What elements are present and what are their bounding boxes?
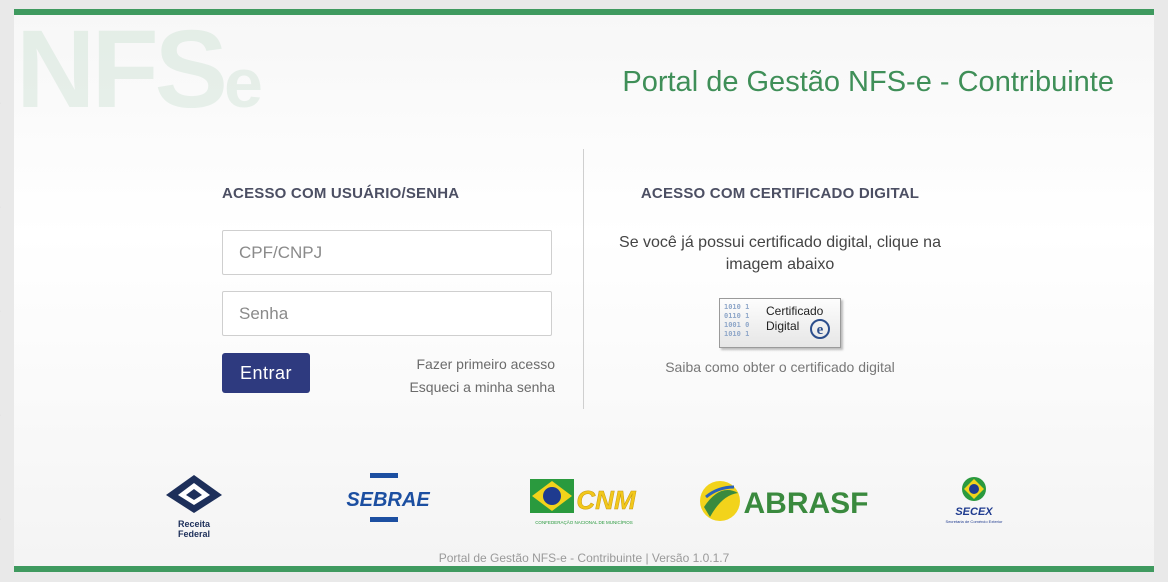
secex-logo: SECEX Secretaria de Comércio Exterior	[938, 473, 1008, 529]
cnm-label: CNM	[576, 485, 637, 515]
nfse-watermark-logo: NFSe	[16, 8, 263, 131]
abrasf-logo: ABRASF	[698, 473, 880, 529]
certificate-badge-line1: Certificado	[766, 304, 824, 318]
sebrae-logo: SEBRAE	[344, 473, 434, 525]
enter-button[interactable]: Entrar	[222, 353, 310, 393]
receita-federal-logo: Receita Federal	[162, 473, 226, 539]
footer-version: Portal de Gestão NFS-e - Contribuinte | …	[438, 551, 730, 565]
how-to-get-certificate-link[interactable]: Saiba como obter o certificado digital	[604, 359, 956, 375]
cnm-caption: CONFEDERAÇÃO NACIONAL DE MUNICÍPIOS	[535, 519, 633, 525]
first-access-link[interactable]: Fazer primeiro acesso	[417, 356, 556, 372]
secex-icon: SECEX Secretaria de Comércio Exterior	[946, 477, 1004, 524]
login-heading: ACESSO COM USUÁRIO/SENHA	[222, 185, 460, 202]
secex-caption: Secretaria de Comércio Exterior	[946, 519, 1004, 524]
cnm-logo: CNM CONFEDERAÇÃO NACIONAL DE MUNICÍPIOS	[528, 473, 640, 527]
forgot-password-link[interactable]: Esqueci a minha senha	[409, 379, 555, 395]
page-title: Portal de Gestão NFS-e - Contribuinte	[622, 66, 1114, 99]
main-card: NFSe Portal de Gestão NFS-e - Contribuin…	[14, 9, 1154, 572]
login-section: ACESSO COM USUÁRIO/SENHA Entrar Fazer pr…	[222, 185, 555, 395]
abrasf-label: ABRASF	[744, 487, 869, 520]
receita-federal-label: Receita Federal	[177, 519, 211, 539]
cpf-cnpj-input[interactable]	[222, 230, 552, 275]
binary-pattern-icon: 1010 1 0110 1 1001 0 1010 1	[724, 303, 750, 338]
sebrae-label: SEBRAE	[346, 489, 430, 511]
receita-federal-icon	[166, 475, 222, 513]
e-seal-icon: e	[810, 319, 830, 339]
certificate-badge-line2: Digital	[766, 319, 800, 333]
sebrae-icon: SEBRAE	[346, 473, 430, 522]
abrasf-icon: ABRASF	[700, 481, 869, 521]
certificate-instruction: Se você já possui certificado digital, c…	[619, 234, 941, 273]
certificate-heading: ACESSO COM CERTIFICADO DIGITAL	[640, 185, 920, 202]
cnm-icon: CNM CONFEDERAÇÃO NACIONAL DE MUNICÍPIOS	[530, 479, 637, 525]
digital-certificate-button[interactable]: 1010 1 0110 1 1001 0 1010 1 Certificado Dig…	[719, 298, 841, 348]
section-divider	[583, 149, 584, 409]
password-input[interactable]	[222, 291, 552, 336]
certificate-section: ACESSO COM CERTIFICADO DIGITAL Se você j…	[604, 185, 956, 375]
secex-label: SECEX	[955, 506, 993, 518]
